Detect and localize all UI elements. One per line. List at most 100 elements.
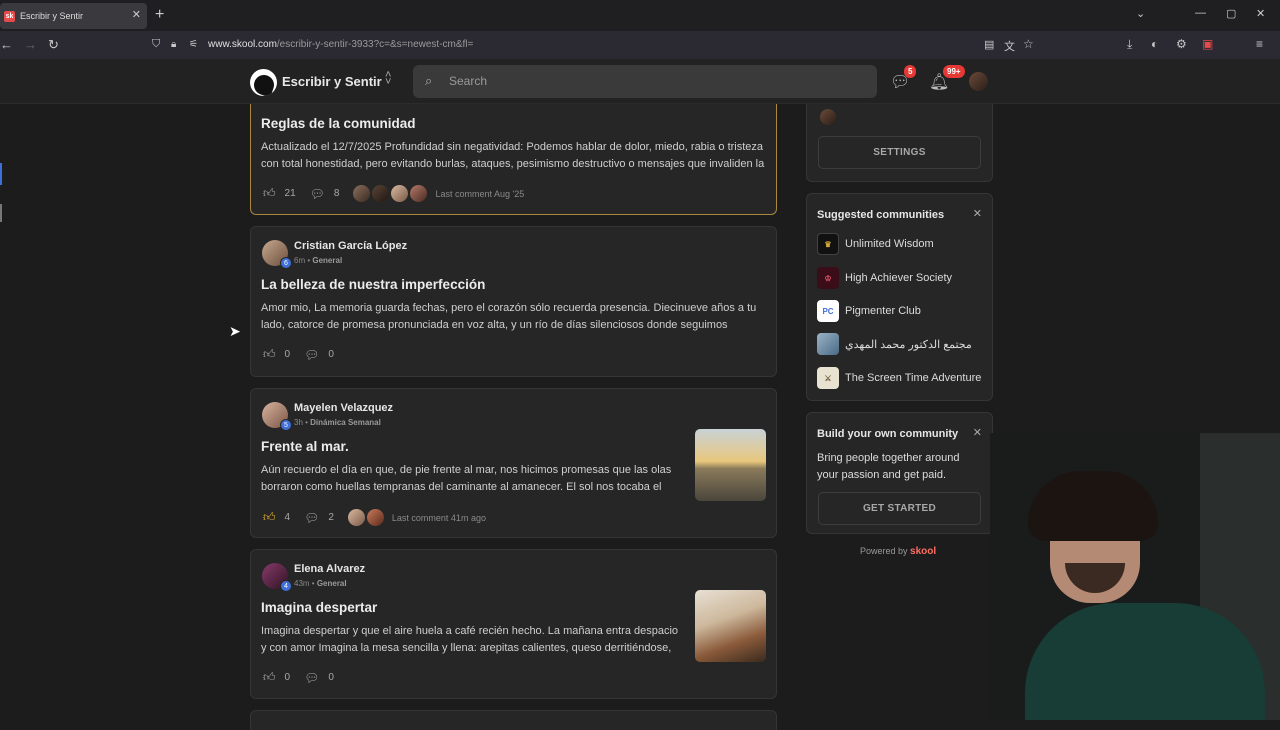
url-bar[interactable]: www.skool.com/escribir-y-sentir-3933?c=&… xyxy=(208,39,473,50)
maximize-icon[interactable]: ▢ xyxy=(1226,7,1236,20)
post-card-pinned[interactable]: Reglas de la comunidad Actualizado el 12… xyxy=(250,104,777,215)
member-avatar[interactable] xyxy=(820,109,836,125)
community-item[interactable]: ⚔ The Screen Time Adventure xyxy=(817,367,981,389)
reload-icon[interactable]: ↻ xyxy=(48,37,59,53)
close-window-icon[interactable]: ✕ xyxy=(1256,7,1265,20)
post-actions: 👍︎ 21 💬︎ 8 Last comment Aug '25 xyxy=(263,185,524,202)
post-meta: 6m • General xyxy=(294,256,343,265)
post-card[interactable] xyxy=(250,710,777,730)
translate-icon[interactable]: 文 xyxy=(1004,38,1015,54)
post-title[interactable]: La belleza de nuestra imperfección xyxy=(261,277,485,292)
commenter-avatar[interactable] xyxy=(391,185,409,202)
post-author[interactable]: Cristian García López xyxy=(294,240,407,252)
commenter-avatar[interactable] xyxy=(347,509,365,526)
powered-by[interactable]: Powered by skool xyxy=(860,546,936,557)
commenter-avatar[interactable] xyxy=(410,185,428,202)
post-title[interactable]: Reglas de la comunidad xyxy=(261,116,416,131)
like-icon[interactable]: 👍︎ xyxy=(263,670,276,685)
post-time: 43m xyxy=(294,579,310,588)
extensions-icon[interactable]: ⚙ xyxy=(1176,37,1187,51)
community-name: Pigmenter Club xyxy=(845,305,921,317)
portrait-logo-icon xyxy=(817,333,839,355)
like-count: 0 xyxy=(284,672,291,683)
lock-icon[interactable]: 🔒︎ xyxy=(171,39,176,50)
search-input[interactable] xyxy=(449,74,849,88)
shield-icon[interactable]: ⛉ xyxy=(152,38,160,51)
forward-icon[interactable]: → xyxy=(24,37,37,52)
wisdom-logo-icon: ♛ xyxy=(817,233,839,255)
post-meta: 3h • Dinámica Semanal xyxy=(294,418,381,427)
search-box[interactable]: ⌕ xyxy=(413,65,877,98)
close-tab-icon[interactable]: ✕ xyxy=(132,8,141,21)
webcam-person-body xyxy=(1025,603,1265,720)
comment-count: 8 xyxy=(333,188,340,199)
like-icon[interactable]: 👍︎ xyxy=(263,186,276,201)
community-item[interactable]: ♛ Unlimited Wisdom xyxy=(817,233,934,255)
post-card[interactable]: 6 Cristian García López 6m • General La … xyxy=(250,226,777,377)
post-card[interactable]: 5 Mayelen Velazquez 3h • Dinámica Semana… xyxy=(250,388,777,538)
reader-view-icon[interactable]: ▤ xyxy=(984,38,994,51)
downloads-icon[interactable]: ⤓ xyxy=(1127,37,1132,52)
community-info-card: SETTINGS xyxy=(806,104,993,182)
post-thumbnail-breakfast[interactable] xyxy=(695,590,766,662)
community-logo-icon[interactable] xyxy=(250,69,277,96)
new-tab-icon[interactable]: + xyxy=(155,6,164,24)
like-count: 21 xyxy=(284,188,296,199)
like-icon[interactable]: 👍︎ xyxy=(263,347,276,362)
community-name[interactable]: Escribir y Sentir xyxy=(282,74,382,89)
post-actions: 👍︎ 0 💬︎ 0 xyxy=(263,670,348,685)
tab-title: Escribir y Sentir xyxy=(20,11,84,21)
post-category[interactable]: General xyxy=(317,579,347,588)
back-icon[interactable]: ← xyxy=(0,37,13,52)
post-title[interactable]: Frente al mar. xyxy=(261,439,349,454)
browser-tab[interactable]: sk Escribir y Sentir ✕ xyxy=(0,3,147,29)
close-icon[interactable]: ✕ xyxy=(973,207,982,220)
comment-icon[interactable]: 💬︎ xyxy=(304,511,319,525)
community-item[interactable]: PC Pigmenter Club xyxy=(817,300,921,322)
liked-icon[interactable]: 👍︎ xyxy=(263,510,276,525)
post-preview: Actualizado el 12/7/2025 Profundidad sin… xyxy=(261,141,765,170)
post-author[interactable]: Mayelen Velazquez xyxy=(294,402,393,414)
post-category[interactable]: General xyxy=(312,256,342,265)
post-actions: 👍︎ 0 💬︎ 0 xyxy=(263,347,348,362)
community-item[interactable]: ♔ High Achiever Society xyxy=(817,267,952,289)
comment-icon[interactable]: 💬︎ xyxy=(304,671,319,685)
menu-icon[interactable]: ≡ xyxy=(1256,37,1263,51)
comment-icon[interactable]: 💬︎ xyxy=(304,348,319,362)
user-avatar[interactable] xyxy=(969,72,988,91)
commenter-avatar[interactable] xyxy=(366,509,384,526)
account-icon[interactable]: ◐ xyxy=(1151,37,1158,51)
community-name: مجتمع الدكتور محمد المهدي xyxy=(845,338,972,351)
settings-button[interactable]: SETTINGS xyxy=(818,136,981,169)
skool-logo: skool xyxy=(910,546,937,557)
tab-list-chevron-icon[interactable]: ⌄ xyxy=(1136,7,1145,20)
left-edge-indicator xyxy=(0,204,2,222)
suggested-communities-title: Suggested communities xyxy=(817,209,945,221)
bookmark-star-icon[interactable]: ☆ xyxy=(1023,37,1034,51)
crown-logo-icon: ♔ xyxy=(817,267,839,289)
post-title[interactable]: Imagina despertar xyxy=(261,600,377,615)
chat-badge: 5 xyxy=(904,65,917,78)
powered-by-label: Powered by xyxy=(860,546,908,556)
commenter-avatar[interactable] xyxy=(372,185,390,202)
permissions-icon[interactable]: ⚟ xyxy=(189,39,198,50)
pigmenter-logo-icon: PC xyxy=(817,300,839,322)
extension-badge-icon[interactable]: ▣ xyxy=(1202,37,1213,51)
post-card[interactable]: 4 Elena Alvarez 43m • General Imagina de… xyxy=(250,549,777,699)
get-started-button[interactable]: GET STARTED xyxy=(818,492,981,525)
webcam-person-hair xyxy=(1028,471,1158,541)
comment-icon[interactable]: 💬︎ xyxy=(310,187,325,201)
like-count: 0 xyxy=(284,349,291,360)
community-item[interactable]: مجتمع الدكتور محمد المهدي xyxy=(817,333,972,355)
post-thumbnail-sunset-sea[interactable] xyxy=(695,429,766,501)
url-domain: www.skool.com xyxy=(208,39,277,50)
post-author[interactable]: Elena Alvarez xyxy=(294,563,365,575)
community-name: The Screen Time Adventure xyxy=(845,372,982,384)
minimize-icon[interactable]: — xyxy=(1195,7,1206,19)
commenter-avatar[interactable] xyxy=(353,185,371,202)
level-badge: 4 xyxy=(280,580,292,592)
mouse-cursor-icon: ➤ xyxy=(229,323,241,339)
community-switcher-icon[interactable]: ˄ ˅ xyxy=(385,70,391,88)
close-icon[interactable]: ✕ xyxy=(973,426,982,439)
post-category[interactable]: Dinámica Semanal xyxy=(310,418,381,427)
